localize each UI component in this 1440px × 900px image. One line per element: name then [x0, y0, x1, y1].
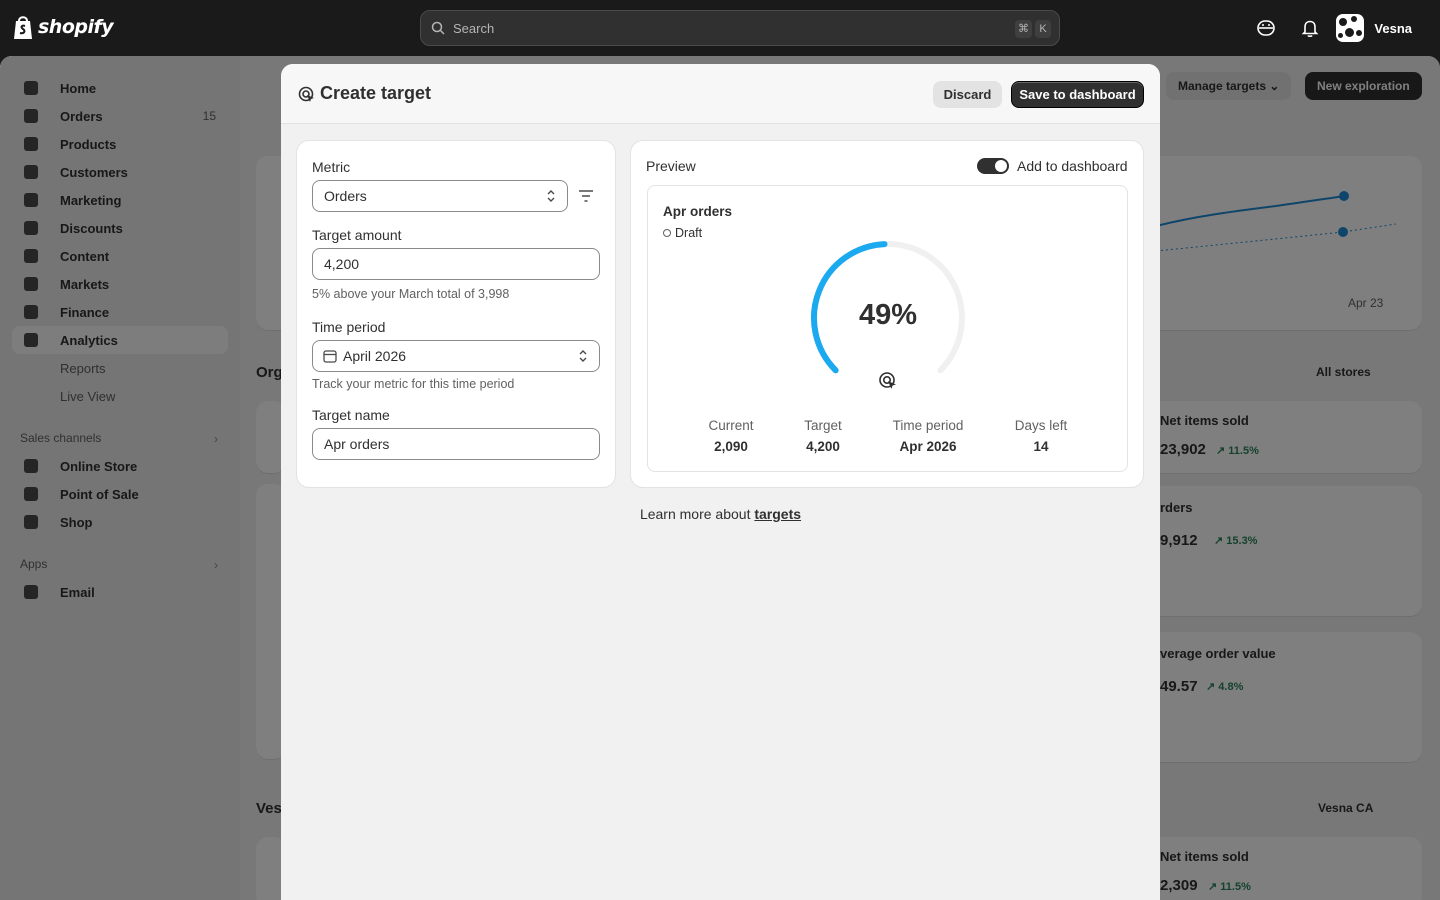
user-menu[interactable]: Vesna	[1336, 14, 1412, 42]
search-icon	[431, 21, 445, 35]
stat-time-period: Time period Apr 2026	[873, 418, 983, 454]
stat-target: Target 4,200	[768, 418, 878, 454]
top-bar: shopify Search ⌘ K Vesna	[0, 0, 1440, 56]
status-label: Draft	[675, 226, 703, 240]
command-key: ⌘	[1015, 20, 1032, 38]
time-period-label: Time period	[312, 319, 386, 335]
learn-more-text: Learn more about targets	[281, 506, 1160, 522]
search-shortcut: ⌘ K	[1015, 20, 1051, 38]
k-key: K	[1035, 20, 1051, 38]
calendar-icon	[323, 350, 337, 363]
save-to-dashboard-button[interactable]: Save to dashboard	[1011, 81, 1144, 108]
targets-link[interactable]: targets	[754, 506, 801, 522]
modal-title: Create target	[320, 83, 432, 103]
target-amount-help: 5% above your March total of 3,998	[312, 287, 510, 301]
target-amount-input[interactable]: 4,200	[312, 248, 600, 280]
target-name-label: Target name	[312, 407, 390, 423]
time-period-value: April 2026	[343, 348, 407, 364]
progress-percent: 49%	[858, 299, 918, 331]
draft-status-icon	[663, 229, 671, 237]
search-bar[interactable]: Search ⌘ K	[420, 10, 1060, 46]
target-icon	[879, 372, 896, 389]
bell-icon[interactable]	[1300, 18, 1320, 38]
preview-target-title: Apr orders	[663, 204, 733, 219]
preview-label: Preview	[646, 158, 696, 174]
target-amount-label: Target amount	[312, 227, 402, 243]
search-placeholder: Search	[453, 20, 495, 36]
metric-label: Metric	[312, 159, 351, 175]
target-icon	[298, 86, 314, 102]
target-form-card: Metric Orders Target amount 4,200 5% abo…	[297, 141, 615, 487]
preview-card: Preview Add to dashboard Apr orders Draf…	[631, 141, 1143, 487]
metric-select[interactable]: Orders	[312, 180, 568, 212]
status-badge: Draft	[663, 226, 702, 240]
time-period-select[interactable]: April 2026	[312, 340, 600, 372]
create-target-modal: Create target Discard Save to dashboard …	[281, 64, 1160, 900]
discard-button[interactable]: Discard	[933, 81, 1002, 108]
select-arrows-icon	[579, 350, 587, 362]
target-name-value: Apr orders	[324, 436, 390, 452]
user-name: Vesna	[1374, 20, 1412, 36]
shopify-logo[interactable]: shopify	[12, 14, 114, 40]
modal-header: Create target Discard Save to dashboard	[281, 64, 1160, 124]
stat-value: 4,200	[806, 439, 840, 454]
stat-value: 14	[1033, 439, 1049, 454]
target-name-input[interactable]: Apr orders	[312, 428, 600, 460]
stat-value: Apr 2026	[899, 439, 957, 454]
select-arrows-icon	[547, 190, 555, 202]
add-to-dashboard-label: Add to dashboard	[1017, 158, 1128, 174]
shopify-bag-icon	[14, 16, 32, 39]
target-preview: Apr orders Draft 49% Current 2,090 Targe…	[647, 185, 1128, 472]
learn-more-prefix: Learn more about	[639, 506, 751, 522]
stat-label: Days left	[1014, 418, 1068, 433]
target-amount-value: 4,200	[324, 256, 360, 272]
metric-select-value: Orders	[324, 188, 367, 204]
sidekick-icon[interactable]	[1256, 18, 1276, 38]
avatar	[1336, 14, 1365, 42]
stat-days-left: Days left 14	[986, 418, 1096, 454]
stat-label: Time period	[892, 418, 964, 433]
filter-icon[interactable]	[578, 189, 594, 203]
time-period-help: Track your metric for this time period	[312, 377, 515, 391]
brand-name: shopify	[38, 16, 114, 38]
stat-label: Target	[804, 418, 842, 433]
add-to-dashboard-toggle[interactable]	[977, 158, 1009, 174]
